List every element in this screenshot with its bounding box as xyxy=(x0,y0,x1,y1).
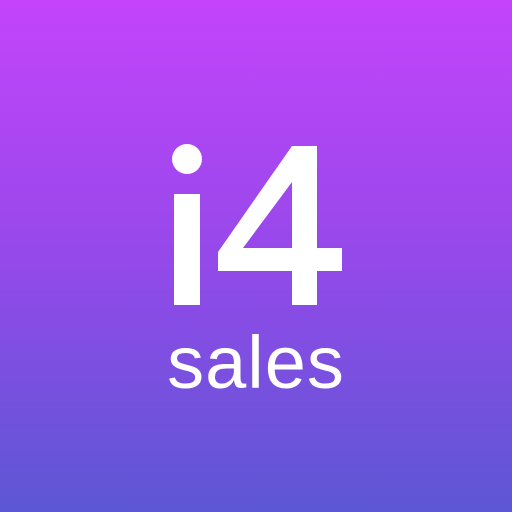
i-stem xyxy=(174,194,200,305)
i-dot xyxy=(172,144,202,174)
brand-word: sales xyxy=(167,321,345,404)
app-icon: sales xyxy=(0,0,512,512)
i4-logo-mark xyxy=(172,144,342,305)
four-glyph xyxy=(218,146,342,305)
